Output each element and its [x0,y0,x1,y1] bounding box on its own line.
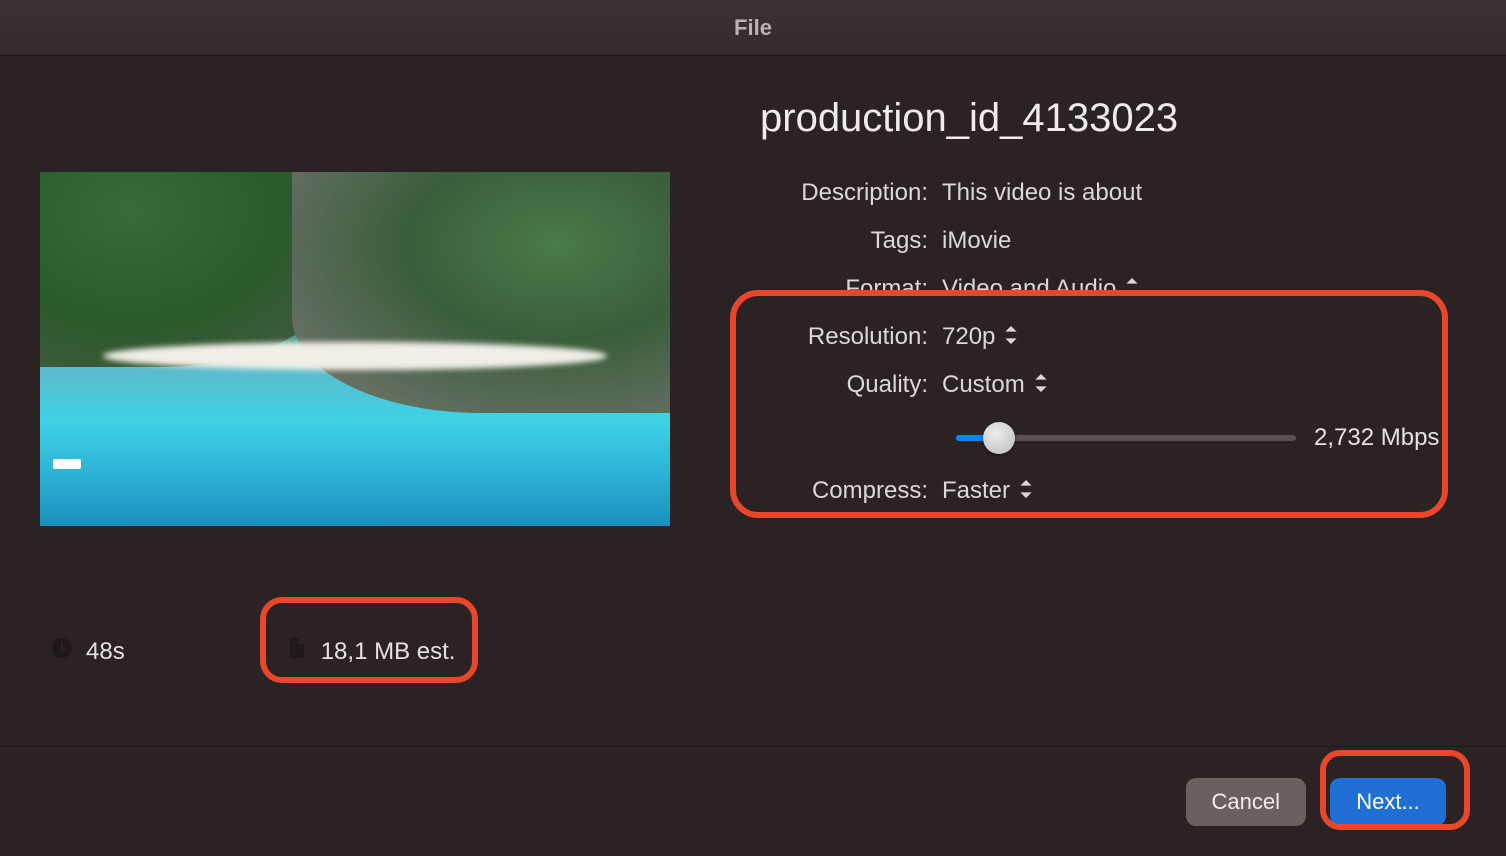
bitrate-row: 2,732 Mbps [760,409,1446,467]
bitrate-value: 2,732 Mbps [1314,424,1439,452]
filesize-value: 18,1 MB est. [321,638,456,666]
slider-thumb[interactable] [983,422,1015,454]
cancel-button[interactable]: Cancel [1186,778,1306,826]
compress-select[interactable]: Faster [942,477,1034,505]
settings-pane: production_id_4133023 Description: This … [680,96,1506,746]
duration-meta: 48s [50,636,125,667]
updown-icon [1018,477,1034,505]
video-thumbnail [40,172,670,526]
updown-icon [1124,275,1140,303]
duration-value: 48s [86,638,125,666]
description-value[interactable]: This video is about [942,179,1142,207]
filesize-meta: 18,1 MB est. [285,636,456,667]
quality-select[interactable]: Custom [942,371,1049,399]
resolution-label: Resolution: [760,323,942,351]
next-button[interactable]: Next... [1330,778,1446,826]
format-row: Format: Video and Audio [760,265,1446,313]
file-icon [285,636,309,667]
clock-icon [50,636,74,667]
format-label: Format: [760,275,942,303]
quality-label: Quality: [760,371,942,399]
bitrate-slider[interactable] [956,435,1296,441]
titlebar: File [0,0,1506,56]
resolution-row: Resolution: 720p [760,313,1446,361]
project-title: production_id_4133023 [760,96,1446,141]
tags-row: Tags: iMovie [760,217,1446,265]
compress-row: Compress: Faster [760,467,1446,515]
tags-value[interactable]: iMovie [942,227,1011,255]
quality-row: Quality: Custom [760,361,1446,409]
description-label: Description: [760,179,942,207]
description-row: Description: This video is about [760,169,1446,217]
updown-icon [1033,371,1049,399]
compress-label: Compress: [760,477,942,505]
preview-pane: 48s 18,1 MB est. [40,96,680,746]
preview-meta: 48s 18,1 MB est. [50,636,680,667]
dialog-footer: Cancel Next... [0,746,1506,856]
tags-label: Tags: [760,227,942,255]
format-select[interactable]: Video and Audio [942,275,1140,303]
dialog-content: 48s 18,1 MB est. production_id_4133023 D… [0,56,1506,746]
updown-icon [1003,323,1019,351]
window-title: File [734,15,772,41]
resolution-select[interactable]: 720p [942,323,1019,351]
